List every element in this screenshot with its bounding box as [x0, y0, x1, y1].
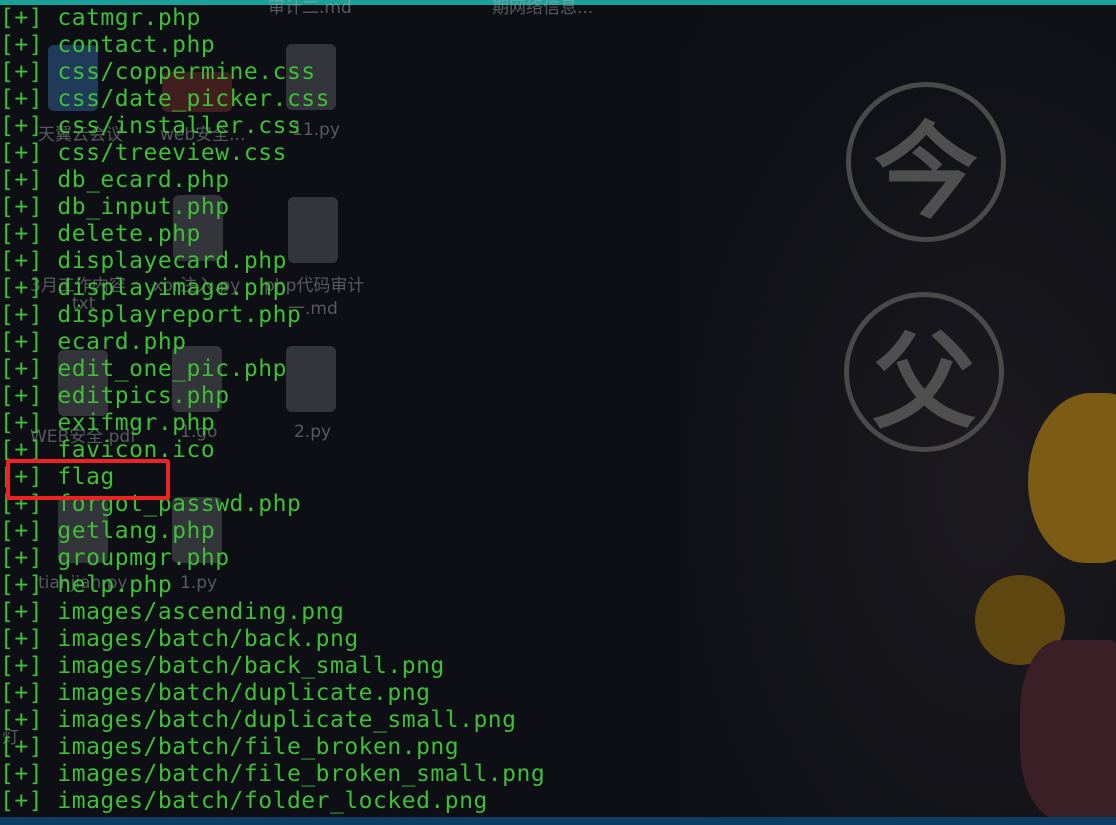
terminal-line: [+] db_input.php [0, 194, 230, 220]
terminal-line: [+] getlang.php [0, 518, 216, 544]
terminal-line: [+] css/installer.css [0, 113, 302, 139]
wallpaper-shape [1020, 640, 1116, 820]
terminal-line: [+] delete.php [0, 221, 201, 247]
terminal-line: [+] images/batch/back.png [0, 626, 359, 652]
terminal-line: [+] images/batch/file_broken.png [0, 734, 460, 760]
terminal-line: [+] help.php [0, 572, 173, 598]
terminal-output[interactable]: [+] catmgr.php [+] contact.php [+] css/c… [0, 5, 680, 815]
terminal-line: [+] ecard.php [0, 329, 187, 355]
terminal-line: [+] images/batch/file_broken_small.png [0, 761, 546, 787]
terminal-line: [+] displayreport.php [0, 302, 302, 328]
terminal-line: [+] images/batch/folder_locked.png [0, 788, 488, 814]
flag-highlight-box [6, 459, 170, 500]
terminal-line: [+] images/ascending.png [0, 599, 345, 625]
terminal-line: [+] css/coppermine.css [0, 59, 316, 85]
terminal-line: [+] displayecard.php [0, 248, 287, 274]
terminal-line: [+] catmgr.php [0, 5, 201, 31]
terminal-line: [+] editpics.php [0, 383, 230, 409]
terminal-line: [+] css/date_picker.css [0, 86, 330, 112]
wallpaper-seal-top: 今 [846, 82, 1006, 242]
terminal-line: [+] exifmgr.php [0, 410, 216, 436]
terminal-line: [+] images/batch/back_small.png [0, 653, 445, 679]
terminal-line: [+] images/batch/duplicate.png [0, 680, 431, 706]
terminal-line: [+] displayimage.php [0, 275, 287, 301]
terminal-line: [+] db_ecard.php [0, 167, 230, 193]
taskbar-edge [0, 817, 1116, 825]
terminal-line: [+] groupmgr.php [0, 545, 230, 571]
terminal-line: [+] contact.php [0, 32, 216, 58]
terminal-line: [+] css/treeview.css [0, 140, 287, 166]
terminal-line: [+] edit_one_pic.php [0, 356, 287, 382]
wallpaper-seal-bottom: 父 [844, 292, 1004, 452]
terminal-line: [+] images/batch/duplicate_small.png [0, 707, 517, 733]
